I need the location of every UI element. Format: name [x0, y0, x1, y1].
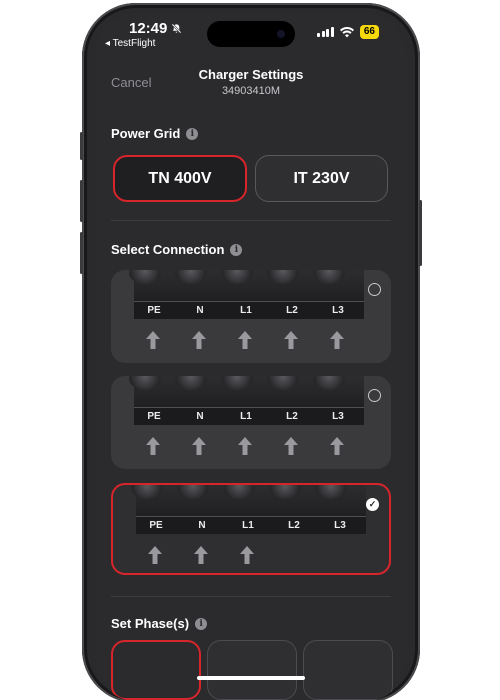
home-indicator — [197, 676, 305, 680]
phone-volume-down-button — [80, 232, 83, 274]
back-to-testflight-link[interactable]: ◂ TestFlight — [105, 38, 155, 49]
power-grid-heading: Power Grid i — [111, 126, 199, 141]
wifi-icon — [339, 26, 354, 37]
dynamic-island — [207, 21, 295, 47]
terminal-label: L2 — [288, 520, 300, 531]
phone-volume-up-button — [80, 180, 83, 222]
bell-slash-icon — [172, 23, 182, 34]
arrow-up-icon — [330, 331, 344, 349]
terminal-screw — [131, 485, 163, 499]
terminal-label: N — [196, 305, 204, 316]
info-icon[interactable]: i — [186, 127, 199, 140]
terminal-screw — [269, 485, 301, 499]
select-connection-heading: Select Connection i — [111, 242, 243, 257]
arrow-up-icon — [148, 546, 162, 564]
status-indicators: 66 — [317, 25, 379, 39]
terminal-screw — [315, 485, 347, 499]
arrow-up-icon — [192, 437, 206, 455]
page-title: Charger Settings — [198, 67, 304, 82]
status-time-text: 12:49 — [129, 20, 168, 37]
arrow-up-icon — [240, 546, 254, 564]
terminal-label: PE — [147, 305, 161, 316]
terminal-label: L2 — [286, 411, 298, 422]
select-connection-label: Select Connection — [111, 242, 225, 257]
arrow-up-icon — [238, 437, 252, 455]
phase-option-button[interactable] — [207, 640, 297, 700]
arrow-up-icon — [284, 331, 298, 349]
terminal-screw — [267, 270, 299, 284]
power-grid-label: Power Grid — [111, 126, 181, 141]
battery-indicator: 66 — [359, 25, 379, 39]
terminal-screw — [267, 376, 299, 390]
terminal-label: N — [198, 520, 206, 531]
section-divider — [111, 596, 391, 597]
terminal-screw — [175, 270, 207, 284]
power-grid-option-label: IT 230V — [293, 169, 350, 187]
checkmark-icon[interactable]: ✓ — [366, 498, 379, 511]
terminal-screw — [129, 270, 161, 284]
power-grid-option-label: TN 400V — [148, 169, 212, 187]
terminal-screw — [221, 270, 253, 284]
terminal-label: L2 — [286, 305, 298, 316]
terminal-label: L1 — [240, 411, 252, 422]
terminal-label: L3 — [332, 411, 344, 422]
terminal-label-strip: PE N L1 L2 L3 — [136, 516, 366, 534]
power-grid-it-230v-button[interactable]: IT 230V — [255, 155, 388, 202]
terminal-screw — [313, 376, 345, 390]
arrow-up-icon — [284, 437, 298, 455]
status-time: 12:49 — [129, 20, 182, 37]
phone-side-button — [80, 132, 83, 160]
cellular-signal-icon — [317, 27, 334, 37]
phase-option-button[interactable] — [303, 640, 393, 700]
connection-option-card[interactable]: PE N L1 L2 L3 — [111, 270, 391, 363]
terminal-screw — [313, 270, 345, 284]
connection-option-card[interactable]: PE N L1 L2 L3 — [111, 376, 391, 469]
app-screen: 12:49 ◂ TestFlight 66 Cancel Charger Set… — [95, 12, 407, 700]
connection-option-card[interactable]: PE N L1 L2 L3 ✓ — [111, 483, 391, 575]
terminal-screw — [221, 376, 253, 390]
terminal-label: N — [196, 411, 204, 422]
terminal-screw — [177, 485, 209, 499]
terminal-label-strip: PE N L1 L2 L3 — [134, 407, 364, 425]
phone-power-button — [419, 200, 422, 266]
terminal-label: L1 — [242, 520, 254, 531]
terminal-label: L3 — [332, 305, 344, 316]
terminal-label: PE — [149, 520, 163, 531]
arrow-up-icon — [330, 437, 344, 455]
set-phases-label: Set Phase(s) — [111, 616, 190, 631]
phase-option-button[interactable] — [111, 640, 201, 700]
arrow-up-icon — [146, 331, 160, 349]
power-grid-tn-400v-button[interactable]: TN 400V — [113, 155, 247, 202]
terminal-label: L3 — [334, 520, 346, 531]
terminal-label-strip: PE N L1 L2 L3 — [134, 301, 364, 319]
terminal-screw — [175, 376, 207, 390]
section-divider — [111, 220, 391, 221]
terminal-screw — [129, 376, 161, 390]
camera-dot — [277, 30, 285, 38]
arrow-up-icon — [194, 546, 208, 564]
set-phases-heading: Set Phase(s) i — [111, 616, 208, 631]
arrow-up-icon — [146, 437, 160, 455]
terminal-label: PE — [147, 411, 161, 422]
terminal-label: L1 — [240, 305, 252, 316]
info-icon[interactable]: i — [230, 243, 243, 256]
arrow-up-icon — [192, 331, 206, 349]
radio-button[interactable] — [368, 283, 381, 296]
arrow-up-icon — [238, 331, 252, 349]
radio-button[interactable] — [368, 389, 381, 402]
info-icon[interactable]: i — [195, 617, 208, 630]
terminal-screw — [223, 485, 255, 499]
charger-serial: 34903410M — [221, 85, 281, 97]
